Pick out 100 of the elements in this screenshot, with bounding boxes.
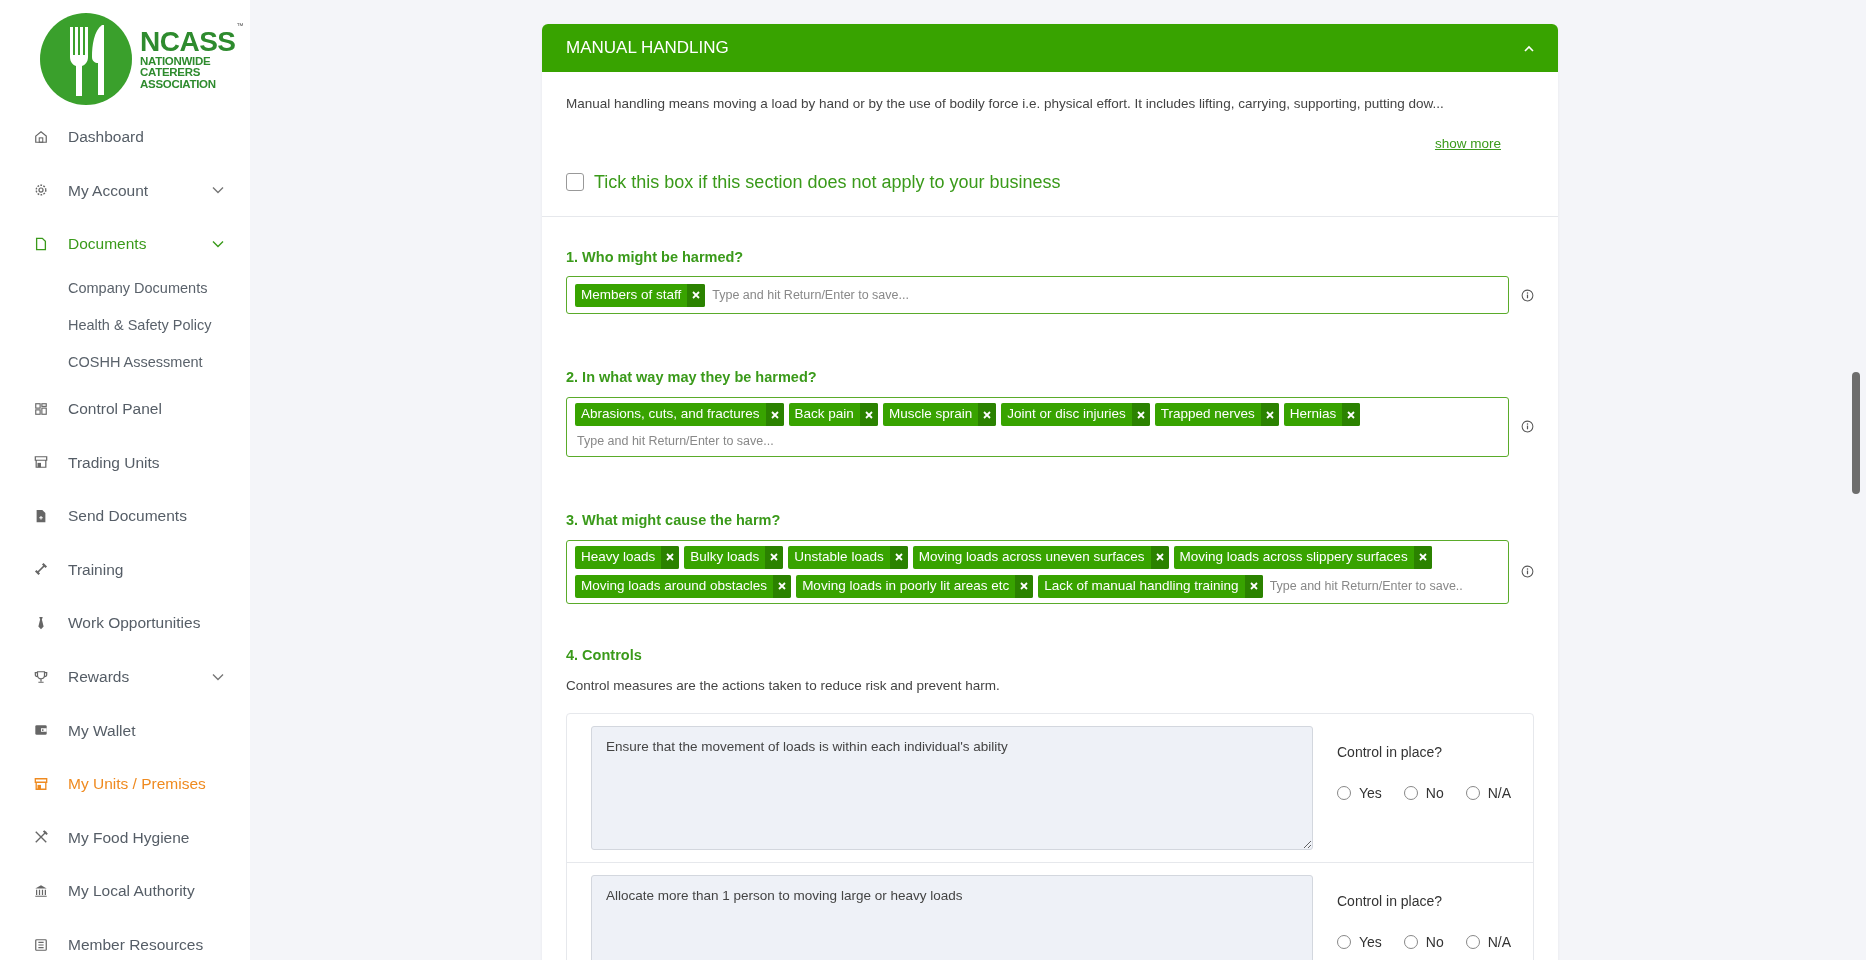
radio-option[interactable]: Yes [1337, 931, 1382, 953]
tag: Back pain [788, 403, 878, 426]
control-text-area[interactable]: Ensure that the movement of loads is within each individual's ability [591, 725, 1313, 850]
sidebar-item[interactable]: Control Panel [0, 381, 250, 436]
remove-tag-button[interactable] [765, 403, 784, 426]
close-icon [666, 553, 675, 561]
file-icon [34, 508, 48, 523]
section-title: MANUAL HANDLING [566, 37, 729, 60]
info-icon [1521, 420, 1534, 434]
checkbox-label: Tick this box if this section does not apply to your business [594, 170, 1061, 194]
radio-option[interactable]: N/A [1465, 931, 1512, 953]
info-icon [1521, 288, 1534, 302]
tag: Abrasions, cuts, and fractures [575, 403, 784, 426]
controls-description: Control measures are the actions taken to reduce risk and prevent harm. [566, 677, 1001, 696]
question-title: 3. What might cause the harm? [566, 510, 782, 530]
logo-tagline: ASSOCIATION [140, 78, 217, 91]
document-icon [34, 237, 48, 251]
info-icon [1521, 565, 1534, 578]
tag: Trapped nerves [1154, 403, 1279, 426]
sidebar-item[interactable]: My Food Hygiene [0, 810, 250, 865]
remove-tag-button[interactable] [765, 545, 784, 569]
close-icon [864, 410, 873, 419]
logo-tagline: CATERERS [140, 67, 201, 79]
tag-text-input[interactable]: Type and hit Return/Enter to save... [575, 432, 1500, 451]
storefront-icon [34, 455, 48, 470]
close-icon [770, 410, 779, 419]
close-icon [778, 582, 787, 590]
trophy-icon [34, 669, 48, 684]
close-icon [1136, 410, 1145, 419]
sidebar-item[interactable]: Member Resources [0, 917, 250, 960]
close-icon [770, 553, 779, 561]
logo-name: NCASS [140, 27, 236, 56]
radio-option[interactable]: N/A [1465, 782, 1512, 804]
control-question: Control in place? [1337, 891, 1444, 911]
radio-option[interactable]: No [1403, 782, 1444, 804]
tag: Joint or disc injuries [1001, 403, 1150, 426]
remove-tag-button[interactable] [661, 545, 680, 569]
show-more-link[interactable]: show more [566, 134, 1501, 155]
radio-option[interactable]: No [1403, 931, 1444, 953]
tag: Moving loads across slippery surfaces [1173, 545, 1432, 569]
tag: Members of staff [575, 283, 706, 307]
sidebar-item[interactable]: Training [0, 542, 250, 597]
logo-tagline: NATIONWIDE [140, 55, 212, 68]
checkbox[interactable] [566, 173, 584, 191]
control-question: Control in place? [1337, 742, 1444, 762]
remove-tag-button[interactable] [687, 283, 706, 307]
sidebar-item[interactable]: Work Opportunities [0, 596, 250, 650]
close-icon [983, 410, 992, 419]
tag: Moving loads around obstacles [575, 574, 792, 598]
remove-tag-button[interactable] [773, 574, 792, 598]
tag: Muscle sprain [882, 403, 997, 426]
remove-tag-button[interactable] [1342, 403, 1361, 426]
remove-tag-button[interactable] [1413, 545, 1432, 569]
scrollbar-thumb[interactable] [1852, 372, 1860, 494]
sidebar-item[interactable]: My Local Authority [0, 864, 250, 918]
storefront-icon [34, 776, 48, 791]
radio-option[interactable]: Yes [1337, 782, 1382, 804]
settings-icon [34, 183, 48, 198]
control-text-area[interactable]: Allocate more than 1 person to moving large or heavy loads [591, 874, 1313, 960]
remove-tag-button[interactable] [1150, 545, 1169, 569]
dumbbell-icon [34, 562, 48, 577]
sidebar-item[interactable]: My Wallet [0, 703, 250, 757]
section-description: Manual handling means moving a load by hand or by the use of bodily force i.e. physical effort. It includes lifting, carrying, supporting, putting dow... [566, 95, 1445, 113]
controls-title: 4. Controls [566, 645, 643, 665]
grid-icon [34, 401, 48, 416]
sidebar-item[interactable]: Dashboard [0, 110, 250, 164]
tag-text-input[interactable]: Type and hit Return/Enter to save.. [1267, 576, 1500, 596]
sidebar-item[interactable]: Send Documents [0, 488, 250, 543]
remove-tag-button[interactable] [859, 403, 878, 426]
sidebar-item[interactable]: My Account [0, 163, 250, 218]
chevron-down-icon [212, 240, 224, 248]
tag: Lack of manual handling training [1038, 574, 1263, 598]
tag: Moving loads in poorly lit areas etc [796, 574, 1034, 598]
fork-and-knife-logo-icon [40, 13, 132, 105]
tag: Heavy loads [575, 545, 680, 569]
tag-text-input[interactable]: Type and hit Return/Enter to save... [710, 285, 1500, 305]
question-title: 1. Who might be harmed? [566, 247, 745, 267]
remove-tag-button[interactable] [978, 403, 997, 426]
remove-tag-button[interactable] [889, 545, 908, 569]
sidebar-item[interactable]: Rewards [0, 649, 250, 704]
book-icon [34, 937, 48, 952]
close-icon [894, 553, 903, 561]
close-icon [1418, 553, 1427, 561]
submenu-item[interactable]: Company Documents [0, 270, 250, 308]
close-icon [1249, 582, 1258, 590]
submenu-item[interactable]: COSHH Assessment [0, 344, 250, 382]
remove-tag-button[interactable] [1244, 574, 1263, 598]
tag: Bulky loads [684, 545, 784, 569]
close-icon [1347, 410, 1356, 419]
remove-tag-button[interactable] [1260, 403, 1279, 426]
wallet-icon [34, 723, 48, 738]
tag-input-field[interactable] [566, 539, 1509, 604]
tag: Hernias [1283, 403, 1361, 426]
remove-tag-button[interactable] [1131, 403, 1150, 426]
sidebar-item[interactable]: Documents [0, 217, 250, 271]
question-title: 2. In what way may they be harmed? [566, 368, 818, 388]
sidebar-item[interactable]: Trading Units [0, 435, 250, 489]
remove-tag-button[interactable] [1015, 574, 1034, 598]
submenu-item[interactable]: Health & Safety Policy [0, 307, 250, 345]
bank-icon [34, 883, 48, 898]
